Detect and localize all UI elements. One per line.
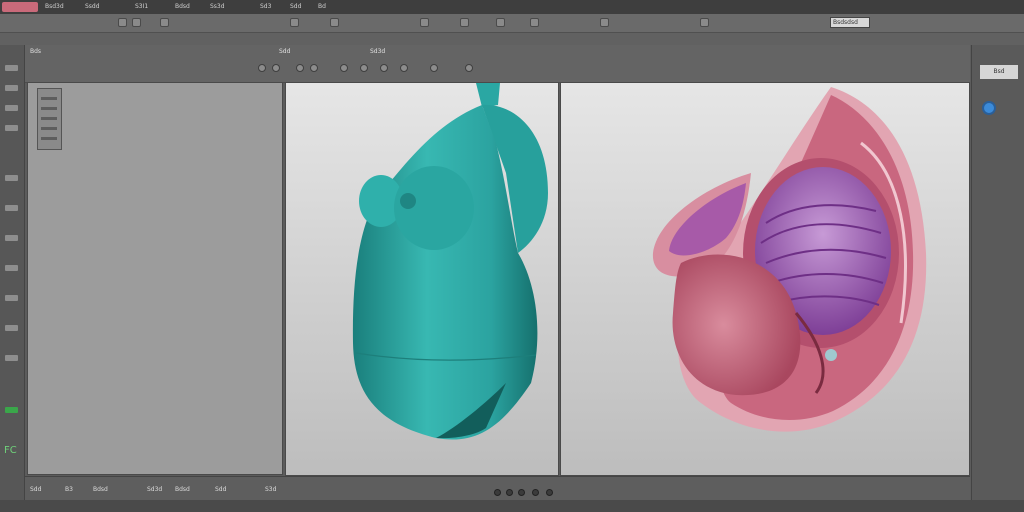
view-icon[interactable] xyxy=(430,64,438,72)
tool-strip: FC xyxy=(0,45,25,500)
tool-icon[interactable] xyxy=(530,18,539,27)
view-icon[interactable] xyxy=(380,64,388,72)
stop-icon[interactable] xyxy=(518,489,525,496)
view-icon[interactable] xyxy=(360,64,368,72)
tool-icon[interactable] xyxy=(290,18,299,27)
outliner-widget[interactable] xyxy=(37,88,62,150)
panel-label: Sdd xyxy=(279,48,291,55)
tool-icon[interactable] xyxy=(330,18,339,27)
menu-item[interactable]: Bdsd xyxy=(175,3,190,10)
tool-button[interactable] xyxy=(5,325,18,331)
view-icon[interactable] xyxy=(258,64,266,72)
viewport-left[interactable] xyxy=(285,82,559,476)
tool-button[interactable] xyxy=(5,265,18,271)
torso-model xyxy=(352,83,548,440)
tool-button[interactable] xyxy=(5,105,18,111)
mode-label: FC xyxy=(4,445,17,456)
rewind-icon[interactable] xyxy=(494,489,501,496)
main-toolbar: Bsdsdsd xyxy=(0,14,1024,33)
tool-button[interactable] xyxy=(5,355,18,361)
active-tool-button[interactable] xyxy=(5,407,18,413)
status-item: Bdsd xyxy=(175,486,190,493)
tool-icon[interactable] xyxy=(700,18,709,27)
app-icon[interactable] xyxy=(2,2,38,12)
view-icon[interactable] xyxy=(296,64,304,72)
tool-button[interactable] xyxy=(5,85,18,91)
view-icon[interactable] xyxy=(310,64,318,72)
status-item: B3 xyxy=(65,486,73,493)
search-input[interactable]: Bsdsdsd xyxy=(830,17,870,28)
menu-item[interactable]: Sdd xyxy=(290,3,301,10)
view-icon[interactable] xyxy=(340,64,348,72)
play-icon[interactable] xyxy=(506,489,513,496)
status-item: Sd3d xyxy=(147,486,163,493)
timeline[interactable] xyxy=(0,500,1024,512)
tool-icon[interactable] xyxy=(600,18,609,27)
view-icon[interactable] xyxy=(465,64,473,72)
panel-label: Bds xyxy=(30,48,42,55)
tool-button[interactable] xyxy=(5,295,18,301)
panel-badge[interactable]: Bsd xyxy=(980,65,1018,79)
secondary-toolbar xyxy=(0,33,1024,45)
view-icon[interactable] xyxy=(272,64,280,72)
gear-icon[interactable] xyxy=(496,18,505,27)
tool-icon[interactable] xyxy=(460,18,469,27)
menu-item[interactable]: S3I1 xyxy=(135,3,148,10)
record-button[interactable] xyxy=(982,101,996,115)
record-icon[interactable] xyxy=(532,489,539,496)
tool-icon[interactable] xyxy=(132,18,141,27)
viewport-header: Bds Sdd Sd3d xyxy=(25,45,970,83)
status-item: Bdsd xyxy=(93,486,108,493)
menu-item[interactable]: Ss3d xyxy=(210,3,225,10)
tool-button[interactable] xyxy=(5,125,18,131)
tool-button[interactable] xyxy=(5,205,18,211)
tool-button[interactable] xyxy=(5,65,18,71)
status-item: Sdd xyxy=(215,486,227,493)
properties-panel: Bsd xyxy=(971,45,1024,500)
view-icon[interactable] xyxy=(400,64,408,72)
menu-item[interactable]: Sd3 xyxy=(260,3,271,10)
menu-item[interactable]: Ssdd xyxy=(85,3,100,10)
tool-button[interactable] xyxy=(5,235,18,241)
anatomy-model xyxy=(652,87,927,432)
empty-panel xyxy=(27,82,283,475)
menu-bar: Bsd3d Ssdd S3I1 Bdsd Ss3d Sd3 Sdd Bd xyxy=(0,0,1024,15)
tool-icon[interactable] xyxy=(118,18,127,27)
status-item: S3d xyxy=(265,486,277,493)
panel-label: Sd3d xyxy=(370,48,386,55)
viewport-right[interactable] xyxy=(560,82,970,476)
tool-icon[interactable] xyxy=(420,18,429,27)
status-item: Sdd xyxy=(30,486,42,493)
menu-item[interactable]: Bd xyxy=(318,3,326,10)
tool-button[interactable] xyxy=(5,175,18,181)
loop-icon[interactable] xyxy=(546,489,553,496)
tool-icon[interactable] xyxy=(160,18,169,27)
menu-item[interactable]: Bsd3d xyxy=(45,3,64,10)
